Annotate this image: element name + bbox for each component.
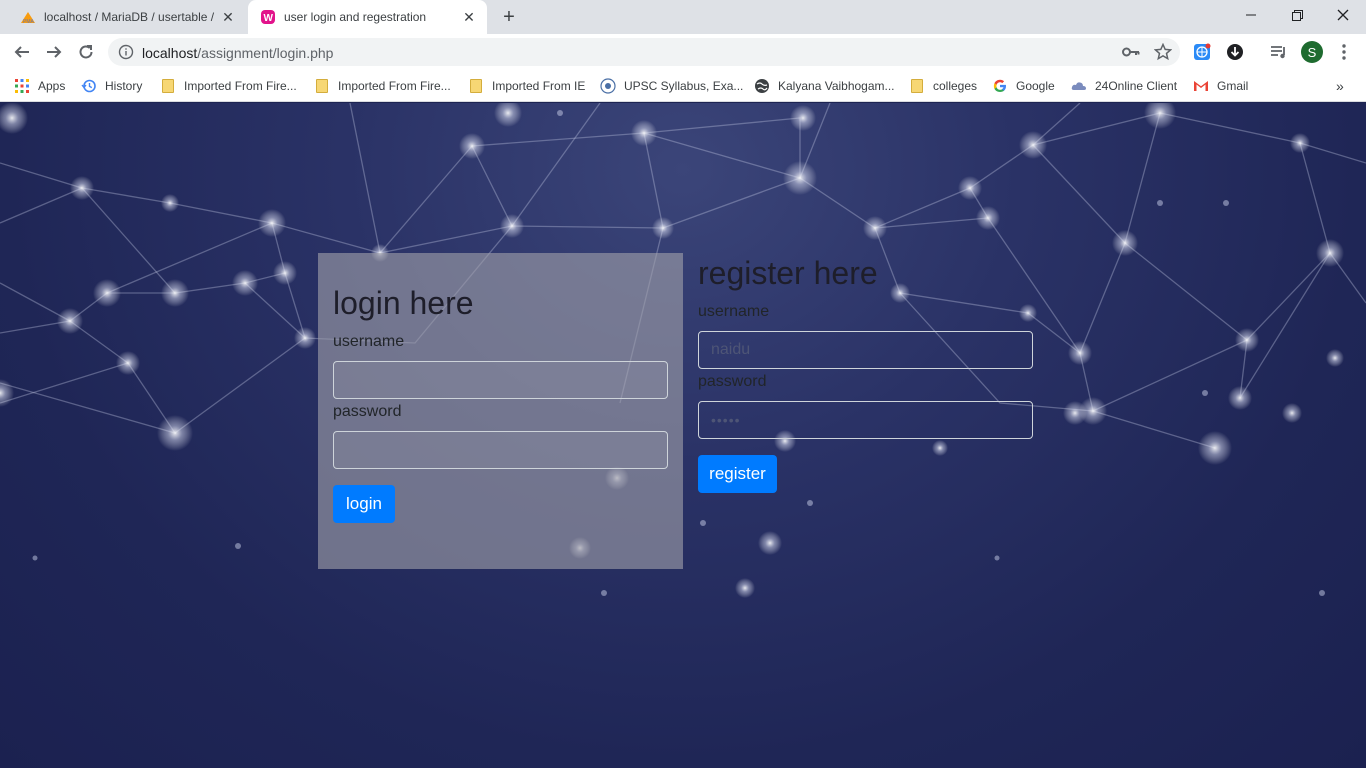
login-button[interactable]: login — [333, 485, 395, 523]
upsc-icon — [600, 78, 616, 94]
minimize-icon[interactable] — [1228, 0, 1274, 30]
new-tab-button[interactable]: + — [497, 6, 521, 28]
bookmark-kalyana[interactable]: Kalyana Vaibhogam... — [754, 76, 895, 96]
bookmark-apps[interactable]: Apps — [14, 76, 65, 96]
login-password-input[interactable] — [333, 431, 668, 469]
svg-text:W: W — [264, 13, 274, 24]
folder-icon — [160, 78, 176, 94]
register-password-value: ••••• — [711, 412, 741, 428]
register-username-label: username — [698, 303, 770, 320]
bookmark-gmail[interactable]: Gmail — [1193, 76, 1248, 96]
register-username-value: naidu — [711, 341, 751, 358]
bookmark-folder-ie[interactable]: Imported From IE — [468, 76, 585, 96]
tab-login[interactable]: W user login and regestration ✕ — [248, 0, 487, 34]
bookmark-history[interactable]: History — [81, 76, 142, 96]
bookmark-label: Kalyana Vaibhogam... — [778, 79, 895, 93]
profile-avatar[interactable]: S — [1301, 41, 1323, 63]
bookmark-upsc[interactable]: UPSC Syllabus, Exa... — [600, 76, 743, 96]
forward-arrow-icon[interactable] — [41, 39, 67, 65]
globe-icon — [754, 78, 770, 94]
svg-text:PMA: PMA — [23, 19, 35, 24]
login-password-label: password — [333, 403, 402, 420]
restore-icon[interactable] — [1274, 0, 1320, 30]
bookmark-label: Gmail — [1217, 79, 1249, 93]
bookmark-label: colleges — [933, 79, 978, 93]
login-username-input[interactable] — [333, 361, 668, 399]
tab-title: user login and regestration — [284, 10, 427, 24]
media-queue-icon[interactable] — [1269, 42, 1289, 62]
address-bar[interactable]: localhost/assignment/login.php — [108, 38, 1180, 66]
bookmark-label: Google — [1016, 79, 1055, 93]
login-title: login here — [333, 285, 474, 321]
folder-icon — [468, 78, 484, 94]
page-content: login here username password login regis… — [0, 103, 1366, 768]
register-password-input[interactable]: ••••• — [698, 401, 1033, 439]
close-window-icon[interactable] — [1320, 0, 1366, 30]
tab-title: localhost / MariaDB / usertable / ... — [44, 10, 216, 24]
cloud-icon — [1071, 78, 1087, 94]
reload-icon[interactable] — [73, 39, 99, 65]
bookmark-label: Imported From Fire... — [338, 79, 451, 93]
bookmark-folder-firefox-2[interactable]: Imported From Fire... — [314, 76, 451, 96]
history-icon — [81, 78, 97, 94]
register-button[interactable]: register — [698, 455, 777, 493]
register-password-label: password — [698, 373, 767, 390]
download-extension-icon[interactable] — [1225, 42, 1245, 62]
folder-icon — [314, 78, 330, 94]
tab-phpmyadmin[interactable]: PMA localhost / MariaDB / usertable / ..… — [8, 0, 246, 34]
pma-favicon-icon: PMA — [20, 9, 36, 25]
gmail-icon — [1193, 78, 1209, 94]
close-tab-icon[interactable]: ✕ — [457, 9, 481, 26]
bookmark-label: Apps — [38, 79, 66, 93]
apps-grid-icon — [14, 78, 30, 94]
key-icon[interactable] — [1121, 42, 1141, 62]
network-background-image — [0, 103, 1366, 598]
bookmark-star-icon[interactable] — [1153, 42, 1173, 62]
bookmark-label: Imported From Fire... — [184, 79, 297, 93]
login-panel: login here username password login — [318, 253, 683, 569]
bookmark-google[interactable]: Google — [992, 76, 1055, 96]
register-username-input[interactable]: naidu — [698, 331, 1033, 369]
tab-strip: PMA localhost / MariaDB / usertable / ..… — [0, 0, 1366, 34]
site-info-icon[interactable] — [118, 44, 134, 60]
bookmarks-bar: Apps History Imported From Fire... Impor… — [0, 70, 1366, 102]
bookmark-label: History — [105, 79, 143, 93]
bookmark-folder-colleges[interactable]: colleges — [909, 76, 977, 96]
register-title: register here — [698, 255, 878, 291]
close-tab-icon[interactable]: ✕ — [216, 9, 240, 26]
menu-kebab-icon[interactable] — [1334, 42, 1354, 62]
login-username-label: username — [333, 333, 405, 350]
bookmarks-overflow-icon[interactable]: » — [1336, 76, 1344, 96]
bookmark-24online[interactable]: 24Online Client — [1071, 76, 1177, 96]
bookmark-folder-firefox-1[interactable]: Imported From Fire... — [160, 76, 297, 96]
google-icon — [992, 78, 1008, 94]
bookmark-label: UPSC Syllabus, Exa... — [624, 79, 744, 93]
folder-icon — [909, 78, 925, 94]
bookmark-label: 24Online Client — [1095, 79, 1178, 93]
wamp-favicon-icon: W — [260, 9, 276, 25]
bookmark-label: Imported From IE — [492, 79, 586, 93]
extension-globe-icon[interactable] — [1192, 42, 1212, 62]
url-text: localhost/assignment/login.php — [142, 45, 334, 61]
back-arrow-icon[interactable] — [9, 39, 35, 65]
